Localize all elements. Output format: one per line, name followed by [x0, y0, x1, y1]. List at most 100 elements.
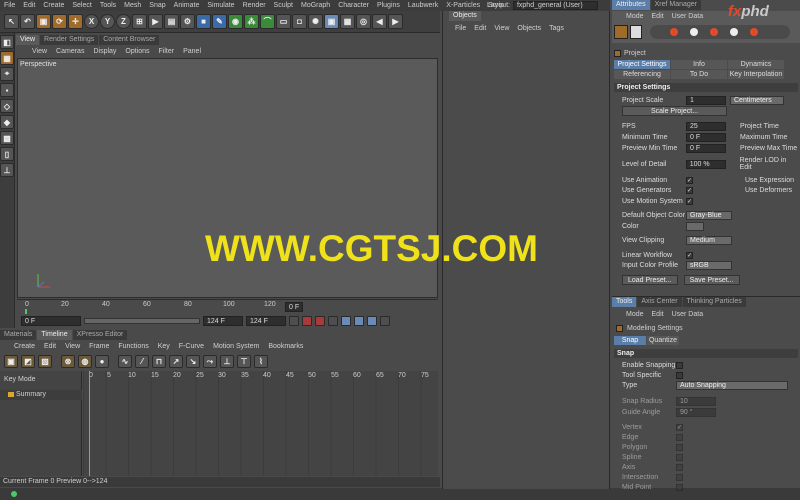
- obj-menu-objects[interactable]: Objects: [517, 25, 541, 32]
- link-view-icon[interactable]: ⊗: [61, 355, 75, 368]
- subtab-quantize[interactable]: Quantize: [647, 336, 679, 345]
- fcurve-mode-icon[interactable]: ◩: [21, 355, 35, 368]
- rotate-icon[interactable]: ⟳: [52, 14, 67, 29]
- grid-icon[interactable]: ▦: [340, 14, 355, 29]
- render-icon[interactable]: ▤: [164, 14, 179, 29]
- guide-angle-input[interactable]: 90 °: [676, 407, 716, 417]
- tab-materials[interactable]: Materials: [0, 330, 37, 340]
- snap-intersection-checkbox[interactable]: [676, 473, 683, 481]
- workplane-icon[interactable]: ▯: [0, 147, 14, 161]
- menu-sculpt[interactable]: Sculpt: [274, 2, 293, 9]
- project-settings-icon[interactable]: [614, 25, 628, 39]
- auto-mode-icon[interactable]: ◍: [78, 355, 92, 368]
- attr-menu-edit[interactable]: Edit: [652, 13, 664, 20]
- summary-row[interactable]: Summary: [0, 390, 82, 400]
- layout-dropdown[interactable]: fxphd_general (User): [512, 1, 598, 10]
- texture-mode-icon[interactable]: ▦: [0, 51, 14, 65]
- vp-menu-options[interactable]: Options: [125, 48, 149, 55]
- attr-menu-user-data[interactable]: User Data: [672, 13, 704, 20]
- cube-icon[interactable]: ■: [196, 14, 211, 29]
- first-frame-icon[interactable]: [289, 316, 299, 326]
- break-tangent-icon[interactable]: ⌇: [254, 355, 268, 368]
- node-icon[interactable]: [690, 28, 698, 36]
- btn-referencing[interactable]: Referencing: [614, 70, 670, 79]
- node-icon[interactable]: [730, 28, 738, 36]
- enable-snapping-checkbox[interactable]: [676, 361, 683, 369]
- menu-tools[interactable]: Tools: [100, 2, 116, 9]
- motion-mode-icon[interactable]: ▧: [38, 355, 52, 368]
- use-animation-checkbox[interactable]: ✓: [686, 176, 693, 184]
- use-generators-checkbox[interactable]: ✓: [686, 186, 693, 194]
- tl-menu-motion-system[interactable]: Motion System: [213, 343, 259, 350]
- coordinate-icon[interactable]: ⊞: [132, 14, 147, 29]
- vp-menu-cameras[interactable]: Cameras: [56, 48, 84, 55]
- dopesheet-grid[interactable]: 0 5 10 15 20 25 30 35 40 45 50 55 60 65 …: [83, 371, 438, 476]
- nav-back-icon[interactable]: ◀: [372, 14, 387, 29]
- ease-both-icon[interactable]: ⤳: [203, 355, 217, 368]
- frame-range-slider[interactable]: [84, 318, 200, 324]
- key-mode-icon[interactable]: ▣: [4, 355, 18, 368]
- tab-render-settings[interactable]: Render Settings: [40, 35, 99, 45]
- array-icon[interactable]: ⁂: [244, 14, 259, 29]
- node-icon[interactable]: [710, 28, 718, 36]
- tool-specific-checkbox[interactable]: [676, 371, 683, 379]
- preview-min-input[interactable]: 0 F: [686, 143, 726, 153]
- tab-tools[interactable]: Tools: [612, 297, 637, 307]
- max-frame-field[interactable]: 124 F: [246, 316, 286, 326]
- snap-spline-checkbox[interactable]: [676, 453, 683, 461]
- checker-icon[interactable]: ▩: [0, 131, 14, 145]
- tl-menu-functions[interactable]: Functions: [118, 343, 148, 350]
- end-frame-field[interactable]: 124 F: [203, 316, 243, 326]
- autokey-icon[interactable]: [315, 316, 325, 326]
- color-swatch[interactable]: [686, 221, 704, 231]
- default-color-dropdown[interactable]: Gray-Blue: [686, 210, 732, 220]
- menu-select[interactable]: Select: [72, 2, 91, 9]
- interp-linear-icon[interactable]: ⁄: [135, 355, 149, 368]
- nurbs-icon[interactable]: ◉: [228, 14, 243, 29]
- snap-icon[interactable]: ◎: [356, 14, 371, 29]
- menu-animate[interactable]: Animate: [174, 2, 200, 9]
- tl-menu-create[interactable]: Create: [14, 343, 35, 350]
- btn-info[interactable]: Info: [671, 60, 727, 69]
- menu-plugins[interactable]: Plugins: [377, 2, 400, 9]
- menu-mograph[interactable]: MoGraph: [301, 2, 330, 9]
- record-key-icon[interactable]: ●: [95, 355, 109, 368]
- load-preset-button[interactable]: Load Preset...: [622, 275, 678, 285]
- linear-workflow-checkbox[interactable]: ✓: [686, 251, 693, 259]
- attr-menu-mode[interactable]: Mode: [626, 13, 644, 20]
- vp-menu-panel[interactable]: Panel: [183, 48, 201, 55]
- point-key-icon[interactable]: [380, 316, 390, 326]
- light-icon[interactable]: ✺: [308, 14, 323, 29]
- view-clipping-dropdown[interactable]: Medium: [686, 235, 732, 245]
- axis-y-button[interactable]: Y: [100, 14, 115, 29]
- tag-icon[interactable]: ▣: [324, 14, 339, 29]
- project-scale-unit-dropdown[interactable]: Centimeters: [730, 95, 784, 105]
- btn-project-settings[interactable]: Project Settings: [614, 60, 670, 69]
- model-mode-icon[interactable]: ◧: [0, 35, 14, 49]
- start-frame-field[interactable]: 0 F: [21, 316, 81, 326]
- bend-icon[interactable]: ⌒: [260, 14, 275, 29]
- render-view-icon[interactable]: ▶: [148, 14, 163, 29]
- record-icon[interactable]: [302, 316, 312, 326]
- use-motion-checkbox[interactable]: ✓: [686, 197, 693, 205]
- zero-angle-icon[interactable]: ⊥: [220, 355, 234, 368]
- timeline-ruler[interactable]: 0 20 40 60 80 100 120 0 F: [17, 299, 438, 314]
- snap-edge-checkbox[interactable]: [676, 433, 683, 441]
- vp-menu-filter[interactable]: Filter: [159, 48, 175, 55]
- menu-simulate[interactable]: Simulate: [207, 2, 234, 9]
- interp-spline-icon[interactable]: ∿: [118, 355, 132, 368]
- tools-menu-edit[interactable]: Edit: [652, 311, 664, 318]
- pen-icon[interactable]: ✎: [212, 14, 227, 29]
- tab-thinking-particles[interactable]: Thinking Particles: [682, 297, 746, 307]
- obj-menu-tags[interactable]: Tags: [549, 25, 564, 32]
- ease-in-icon[interactable]: ↗: [169, 355, 183, 368]
- snap-type-dropdown[interactable]: Auto Snapping: [676, 380, 788, 390]
- tab-objects[interactable]: Objects: [449, 11, 481, 21]
- tab-content-browser[interactable]: Content Browser: [99, 35, 160, 45]
- tl-menu-bookmarks[interactable]: Bookmarks: [268, 343, 303, 350]
- obj-menu-view[interactable]: View: [494, 25, 509, 32]
- lod-input[interactable]: 100 %: [685, 159, 726, 169]
- menu-mesh[interactable]: Mesh: [124, 2, 141, 9]
- obj-menu-edit[interactable]: Edit: [474, 25, 486, 32]
- node-icon[interactable]: [670, 28, 678, 36]
